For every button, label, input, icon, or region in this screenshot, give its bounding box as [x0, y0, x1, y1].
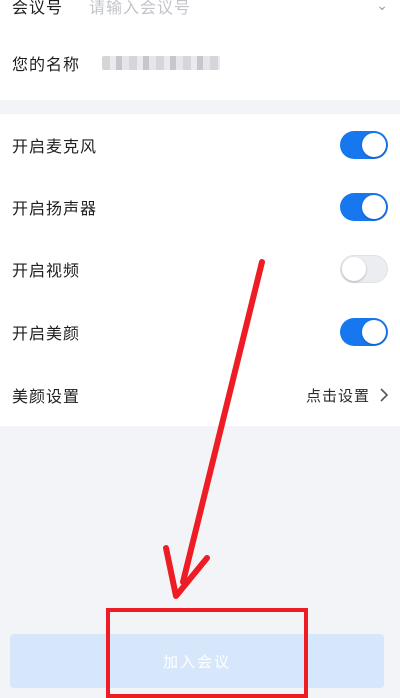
annotation-arrow-icon — [163, 259, 265, 599]
